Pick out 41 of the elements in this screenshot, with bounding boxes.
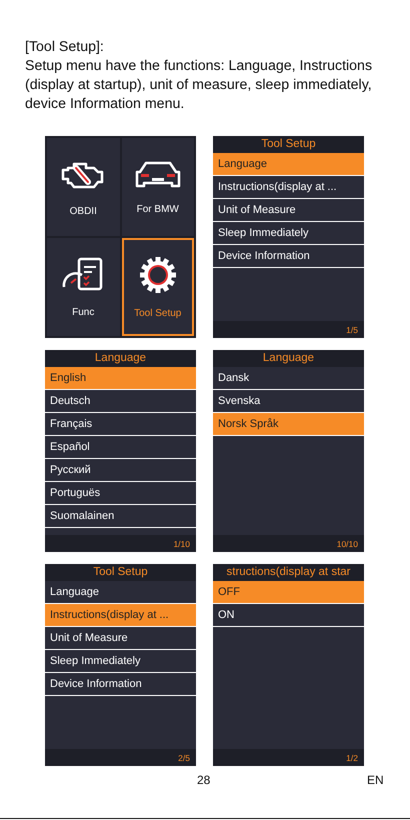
menu-item[interactable]: Suomalainen [45,505,196,528]
gear-icon [138,256,177,294]
menu-item[interactable]: Français [45,413,196,436]
menu-item[interactable]: Unit of Measure [45,627,196,650]
menu-tile[interactable]: For BMW [122,138,194,236]
screen-title: Language [213,350,364,367]
menu-item[interactable]: Language [213,153,364,176]
menu-item[interactable]: OFF [213,581,364,604]
menu-item[interactable]: Sleep Immediately [45,650,196,673]
menu-item[interactable]: English [45,367,196,390]
menu-item[interactable]: Unit of Measure [213,199,364,222]
screen-title: structions(display at star [213,564,364,581]
menu-item[interactable]: Sleep Immediately [213,222,364,245]
menu-item[interactable]: Instructions(display at ... [45,604,196,627]
menu-item[interactable]: Русский [45,459,196,482]
menu-item[interactable]: Device Information [213,245,364,268]
menu-item[interactable]: Español [45,436,196,459]
screen-title: Tool Setup [45,564,196,581]
page-indicator: 1/2 [346,752,358,762]
screen-title: Language [45,350,196,367]
screen-title: Tool Setup [213,136,364,153]
page-indicator: 10/10 [336,538,358,548]
menu-item[interactable]: Portuguës [45,482,196,505]
menu-tile[interactable]: Tool Setup [122,238,194,336]
menu-item[interactable]: Instructions(display at ... [213,176,364,199]
menu-tile[interactable]: OBDII [47,138,120,236]
section-title: [Tool Setup]: [25,38,105,57]
menu-item[interactable]: Device Information [45,673,196,696]
page-indicator: 1/10 [173,538,190,548]
menu-item[interactable]: Dansk [213,367,364,390]
description: Setup menu have the functions: Language, Instructions (display at startup), unit of measure, sleep immediately, device Information menu. [25,57,374,114]
car-icon [134,160,182,190]
menu-item[interactable]: Deutsch [45,390,196,413]
language-code: EN [367,773,384,787]
menu-item[interactable]: ON [213,604,364,627]
page-indicator: 2/5 [178,752,190,762]
menu-item[interactable]: Norsk Språk [213,413,364,436]
page-number: 28 [197,773,210,787]
menu-tile[interactable]: Func [47,238,120,336]
page-indicator: 1/5 [346,324,358,334]
gauge-clipboard-icon [61,256,106,292]
